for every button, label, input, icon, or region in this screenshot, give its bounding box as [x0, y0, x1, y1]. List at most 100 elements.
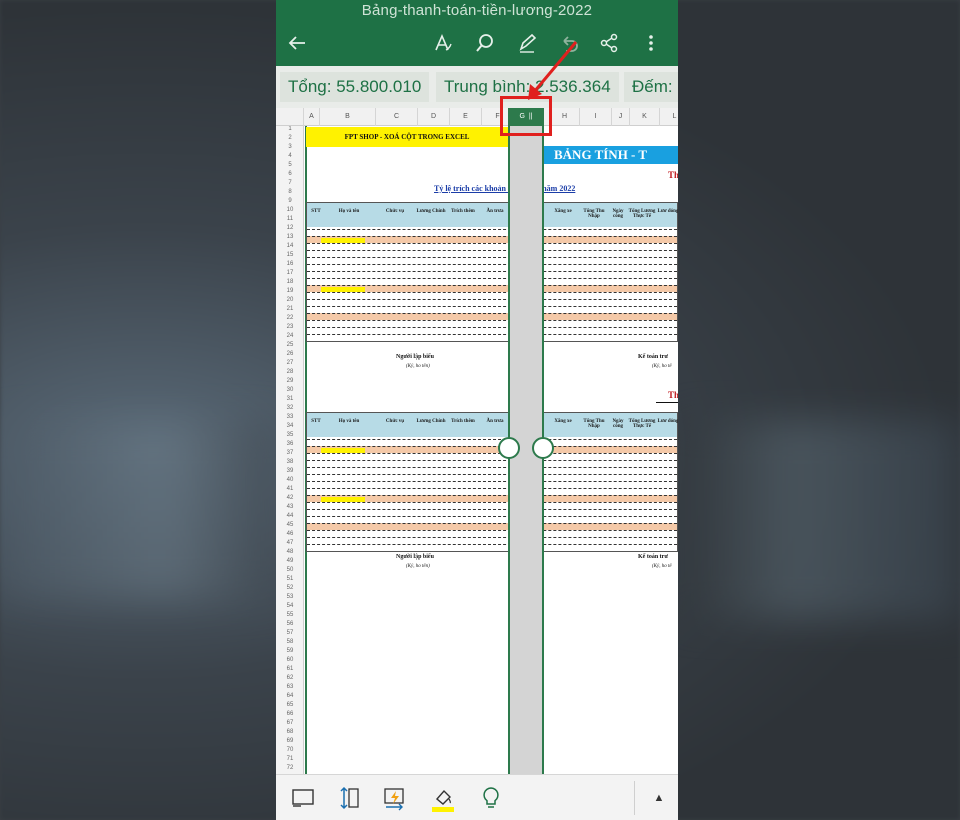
row-number[interactable]: 72 — [276, 765, 304, 771]
table-header-cell[interactable]: Chức vụ — [375, 209, 415, 214]
row-number[interactable]: 36 — [276, 441, 304, 447]
row-number[interactable]: 4 — [276, 153, 304, 159]
row-number[interactable]: 47 — [276, 540, 304, 546]
row-number[interactable]: 59 — [276, 648, 304, 654]
table-row[interactable] — [307, 271, 677, 278]
row-number[interactable]: 35 — [276, 432, 304, 438]
row-number[interactable]: 30 — [276, 387, 304, 393]
row-number[interactable]: 29 — [276, 378, 304, 384]
table-row[interactable] — [307, 257, 677, 264]
table-header-cell[interactable]: Lương Chính — [415, 209, 447, 214]
column-header-b[interactable]: B — [320, 108, 376, 126]
table-row[interactable] — [307, 292, 677, 299]
expand-up-icon[interactable]: ▲ — [646, 785, 672, 811]
sum-stat[interactable]: Tổng: 55.800.010 — [280, 72, 430, 102]
salary-table-bottom[interactable]: STT Họ và tên Chức vụ Lương Chính Trích thêm… — [306, 412, 678, 552]
sheet-view-icon[interactable] — [290, 785, 316, 811]
table-header-cell[interactable]: Chức vụ — [375, 419, 415, 424]
row-number[interactable]: 56 — [276, 621, 304, 627]
table-row[interactable] — [307, 516, 677, 523]
row-number[interactable]: 22 — [276, 315, 304, 321]
row-number[interactable]: 34 — [276, 423, 304, 429]
row-number[interactable]: 6 — [276, 171, 304, 177]
table-row[interactable] — [307, 544, 677, 551]
row-number[interactable]: 5 — [276, 162, 304, 168]
row-number[interactable]: 57 — [276, 630, 304, 636]
table-header-cell[interactable]: Tổng Thu Nhập — [579, 209, 609, 219]
table-header-cell[interactable]: Lươ đóng — [657, 419, 678, 424]
row-number[interactable]: 66 — [276, 711, 304, 717]
row-number[interactable]: 28 — [276, 369, 304, 375]
row-number[interactable]: 64 — [276, 693, 304, 699]
table-row[interactable] — [307, 523, 677, 530]
row-number[interactable]: 68 — [276, 729, 304, 735]
flash-fill-icon[interactable] — [382, 785, 408, 811]
subtitle-link[interactable]: Tỷ lệ trích các khoản Bảo hiểm năm 2022 — [434, 184, 575, 193]
column-header-k[interactable]: K — [630, 108, 660, 126]
row-number[interactable]: 7 — [276, 180, 304, 186]
column-header-i[interactable]: I — [580, 108, 612, 126]
table-header-cell[interactable]: Trích thêm — [447, 209, 479, 214]
row-number[interactable]: 10 — [276, 207, 304, 213]
row-number[interactable]: 38 — [276, 459, 304, 465]
back-arrow-icon[interactable] — [286, 32, 308, 54]
row-number[interactable]: 25 — [276, 342, 304, 348]
table-row[interactable] — [307, 278, 677, 285]
row-number[interactable]: 65 — [276, 702, 304, 708]
table-header-cell[interactable]: STT — [309, 209, 323, 214]
row-number[interactable]: 11 — [276, 216, 304, 222]
select-all-corner[interactable] — [276, 108, 304, 126]
row-number[interactable]: 8 — [276, 189, 304, 195]
table-header-cell[interactable]: Ngày công — [609, 419, 627, 429]
sheet-title-cell[interactable]: FPT SHOP - XOÁ CỘT TRONG EXCEL — [306, 127, 508, 147]
row-number[interactable]: 20 — [276, 297, 304, 303]
table-header-cell[interactable]: Tổng Thu Nhập — [579, 419, 609, 429]
table-header-cell[interactable]: Ăn trưa — [479, 209, 511, 214]
table-header-cell[interactable]: STT — [309, 419, 323, 424]
table-header-cell[interactable]: Ngày công — [609, 209, 627, 219]
row-number[interactable]: 61 — [276, 666, 304, 672]
fill-color-icon[interactable] — [430, 785, 456, 812]
row-number[interactable]: 15 — [276, 252, 304, 258]
row-number[interactable]: 37 — [276, 450, 304, 456]
row-number[interactable]: 50 — [276, 567, 304, 573]
row-number[interactable]: 71 — [276, 756, 304, 762]
column-header-c[interactable]: C — [376, 108, 418, 126]
table-row[interactable] — [307, 264, 677, 271]
row-number[interactable]: 9 — [276, 198, 304, 204]
row-number[interactable]: 55 — [276, 612, 304, 618]
row-number[interactable]: 62 — [276, 675, 304, 681]
row-number[interactable]: 52 — [276, 585, 304, 591]
pen-icon[interactable] — [516, 32, 538, 54]
table-row[interactable] — [307, 306, 677, 313]
row-number[interactable]: 44 — [276, 513, 304, 519]
table-row[interactable] — [307, 481, 677, 488]
row-number[interactable]: 19 — [276, 288, 304, 294]
table-row[interactable] — [307, 502, 677, 509]
table-row[interactable] — [307, 460, 677, 467]
table-row[interactable] — [307, 509, 677, 516]
table-row[interactable] — [307, 299, 677, 306]
column-header-j[interactable]: J — [612, 108, 630, 126]
row-number[interactable]: 53 — [276, 594, 304, 600]
row-number[interactable]: 43 — [276, 504, 304, 510]
row-number[interactable]: 1 — [276, 126, 304, 132]
row-number[interactable]: 54 — [276, 603, 304, 609]
row-number[interactable]: 14 — [276, 243, 304, 249]
selection-handle-left[interactable] — [498, 437, 520, 459]
column-header-a[interactable]: A — [304, 108, 320, 126]
row-number[interactable]: 32 — [276, 405, 304, 411]
table-row[interactable] — [307, 327, 677, 334]
row-number[interactable]: 12 — [276, 225, 304, 231]
row-number[interactable]: 41 — [276, 486, 304, 492]
row-number[interactable]: 67 — [276, 720, 304, 726]
table-header-cell[interactable]: Ăn trưa — [479, 419, 511, 424]
row-number[interactable]: 21 — [276, 306, 304, 312]
table-row[interactable] — [307, 495, 677, 502]
row-number[interactable]: 26 — [276, 351, 304, 357]
row-number[interactable]: 27 — [276, 360, 304, 366]
row-number[interactable]: 40 — [276, 477, 304, 483]
share-icon[interactable] — [598, 32, 620, 54]
column-header-e[interactable]: E — [450, 108, 482, 126]
row-number[interactable]: 31 — [276, 396, 304, 402]
